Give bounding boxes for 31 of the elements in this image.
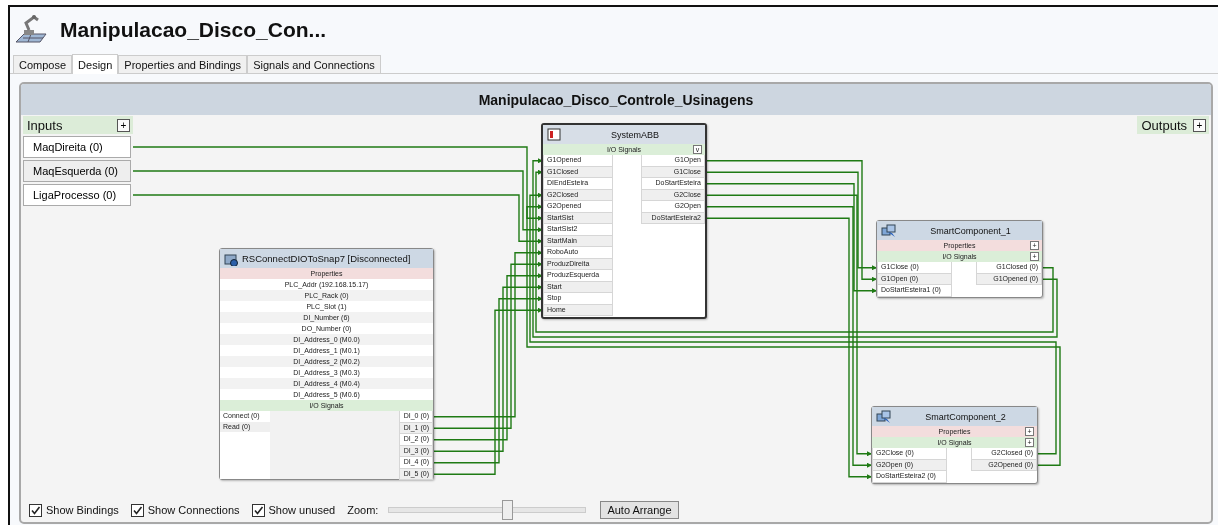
input-signal[interactable]: LigaProcesso (0) (23, 184, 131, 206)
checkbox[interactable] (130, 503, 144, 517)
checkbox-label: Show unused (268, 504, 336, 516)
outputs-label: Outputs (1141, 117, 1187, 133)
checkbox-label: Show Connections (147, 504, 240, 516)
zoom-slider-thumb[interactable] (501, 500, 513, 520)
zoom-label: Zoom: (347, 504, 379, 516)
robot-cell-icon (14, 14, 48, 46)
input-signal[interactable]: MaqDireita (0) (23, 136, 131, 158)
component-title: SmartComponent_2 (924, 411, 1007, 422)
tab[interactable]: Signals and Connections (247, 55, 381, 73)
canvas-title: Manipulacao_Disco_Controle_Usinagens (478, 91, 754, 108)
component-icon (881, 223, 896, 238)
component-title: RSConnectDIOToSnap7 [Disconnected] (242, 253, 412, 264)
input-signal[interactable]: MaqEsquerda (0) (23, 160, 131, 182)
checkbox-label: Show Bindings (46, 504, 119, 516)
add-input-button[interactable]: + (117, 118, 130, 132)
tab[interactable]: Compose (13, 55, 73, 73)
component-title: SystemABB (610, 129, 660, 140)
checkbox[interactable] (251, 503, 265, 517)
inputs-label: Inputs (27, 117, 63, 133)
add-output-button[interactable]: + (1193, 118, 1206, 132)
checkbox[interactable] (29, 503, 42, 517)
window-title: Manipulacao_Disco_Con... (60, 18, 327, 42)
tab[interactable]: Design (72, 54, 119, 74)
component-icon (224, 251, 239, 266)
component-title: SmartComponent_1 (929, 225, 1012, 236)
auto-arrange-button[interactable]: Auto Arrange (600, 501, 679, 519)
controller-icon (547, 127, 562, 142)
tab[interactable]: Properties and Bindings (118, 55, 248, 73)
component-icon (876, 409, 891, 424)
